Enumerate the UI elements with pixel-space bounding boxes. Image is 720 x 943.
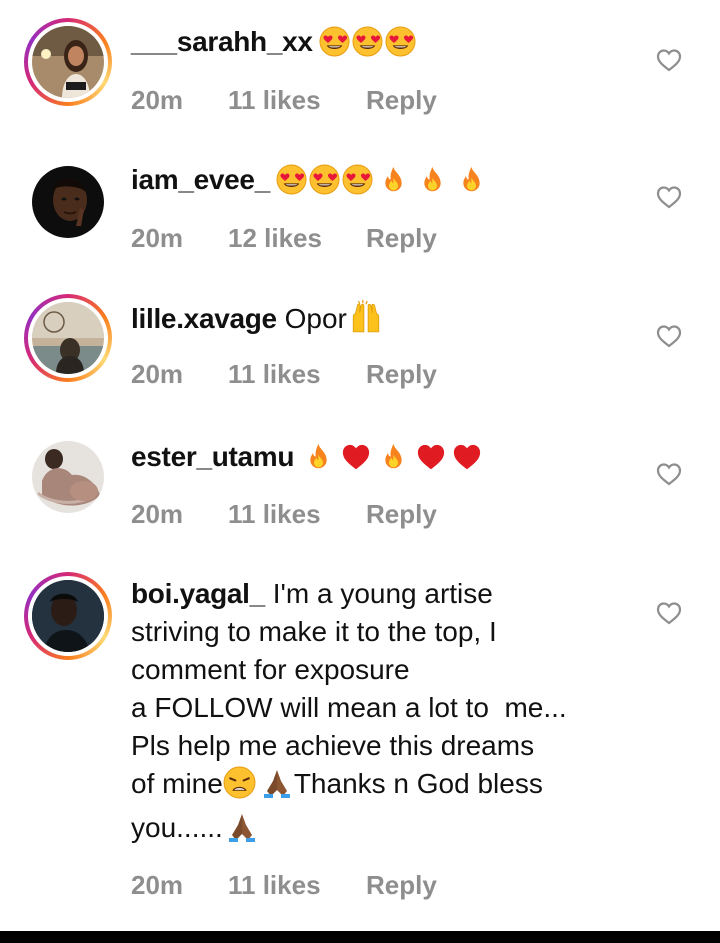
comment-body-fragment: of mine <box>131 768 223 799</box>
comment-likes[interactable]: 11 likes <box>228 869 366 901</box>
weary-face-emoji <box>223 766 256 809</box>
reply-button[interactable]: Reply <box>366 84 437 116</box>
like-heart-icon[interactable] <box>656 185 682 209</box>
fire-emoji <box>379 164 408 205</box>
comment-item: ___sarahh_xx 20m 11 likes Reply <box>0 18 720 128</box>
comment-likes[interactable]: 11 likes <box>228 84 366 116</box>
avatar-image <box>32 166 104 238</box>
comment-body-line: a FOLLOW will mean a lot to me... <box>131 692 567 723</box>
comment-body-line: you...... <box>131 809 630 853</box>
like-heart-icon[interactable] <box>656 601 682 625</box>
reply-button[interactable]: Reply <box>366 498 437 530</box>
comment-username[interactable]: ___sarahh_xx <box>131 26 313 57</box>
reply-button[interactable]: Reply <box>366 358 437 390</box>
comment-text: lille.xavage Opor <box>131 300 630 344</box>
avatar[interactable] <box>24 294 112 382</box>
comment-text: ___sarahh_xx <box>131 23 630 67</box>
comment-username[interactable]: lille.xavage <box>131 303 277 334</box>
comment-body-line: I'm a young artise <box>272 578 493 609</box>
comment-text: iam_evee_ <box>131 161 630 205</box>
fire-emoji <box>304 441 333 482</box>
comment-body-fragment: Thanks n God bless <box>293 768 543 799</box>
raised-hands-emoji <box>349 300 383 344</box>
comment-likes[interactable]: 11 likes <box>228 358 366 390</box>
comment-item: ester_utamu 20m 11 likes Reply <box>0 433 720 543</box>
comment-item: lille.xavage Opor 20m 11 likes Reply <box>0 294 720 404</box>
comment-body-line: comment for exposure <box>131 654 410 685</box>
avatar[interactable] <box>24 572 112 660</box>
comment-body: Opor <box>284 303 347 334</box>
comment-meta: 20m 11 likes Reply <box>131 358 630 390</box>
comment-body-line: of mine Thanks n God bless <box>131 765 630 809</box>
avatar[interactable] <box>24 158 112 246</box>
comment-likes[interactable]: 12 likes <box>228 222 366 254</box>
comment-meta: 20m 12 likes Reply <box>131 222 630 254</box>
comment-body-line: striving to make it to the top, I <box>131 616 497 647</box>
comment-likes[interactable]: 11 likes <box>228 498 366 530</box>
fire-emoji <box>418 164 447 205</box>
heart-eyes-emoji <box>342 164 373 205</box>
reply-button[interactable]: Reply <box>366 222 437 254</box>
avatar-image <box>32 580 104 652</box>
comment-body-fragment: you...... <box>131 812 223 843</box>
comment-time: 20m <box>131 359 184 389</box>
comment-meta: 20m 11 likes Reply <box>131 869 630 901</box>
comment-body-line: Pls help me achieve this dreams <box>131 730 535 761</box>
fire-emoji <box>379 441 408 482</box>
like-heart-icon[interactable] <box>656 324 682 348</box>
comment-item: iam_evee_ 20m 12 likes Reply <box>0 158 720 268</box>
comment-time: 20m <box>131 499 184 529</box>
avatar[interactable] <box>24 18 112 106</box>
fire-emoji <box>457 164 486 205</box>
reply-button[interactable]: Reply <box>366 869 437 901</box>
comment-meta: 20m 11 likes Reply <box>131 84 630 116</box>
comment-meta: 20m 11 likes Reply <box>131 498 630 530</box>
comment-text: ester_utamu <box>131 438 630 482</box>
like-heart-icon[interactable] <box>656 48 682 72</box>
heart-eyes-emoji <box>385 26 416 67</box>
red-heart-emoji <box>414 442 448 482</box>
comment-item: boi.yagal_ I'm a young artise striving t… <box>0 572 720 902</box>
comment-time: 20m <box>131 85 184 115</box>
comment-username[interactable]: boi.yagal_ <box>131 578 265 609</box>
avatar[interactable] <box>24 433 112 521</box>
comment-username[interactable]: iam_evee_ <box>131 164 270 195</box>
comment-time: 20m <box>131 870 184 900</box>
avatar-image <box>32 441 104 513</box>
heart-eyes-emoji <box>352 26 383 67</box>
red-heart-emoji <box>450 442 484 482</box>
avatar-image <box>32 26 104 98</box>
comment-username[interactable]: ester_utamu <box>131 441 295 472</box>
heart-eyes-emoji <box>319 26 350 67</box>
folded-hands-emoji <box>260 767 294 809</box>
comment-time: 20m <box>131 223 184 253</box>
bottom-edge-bar <box>0 931 720 943</box>
comments-screen: ___sarahh_xx 20m 11 likes Reply iam_evee… <box>0 0 720 943</box>
folded-hands-emoji <box>225 811 259 853</box>
heart-eyes-emoji <box>276 164 307 205</box>
heart-eyes-emoji <box>309 164 340 205</box>
red-heart-emoji <box>339 442 373 482</box>
like-heart-icon[interactable] <box>656 462 682 486</box>
comment-text: boi.yagal_ I'm a young artise <box>131 575 630 613</box>
avatar-image <box>32 302 104 374</box>
